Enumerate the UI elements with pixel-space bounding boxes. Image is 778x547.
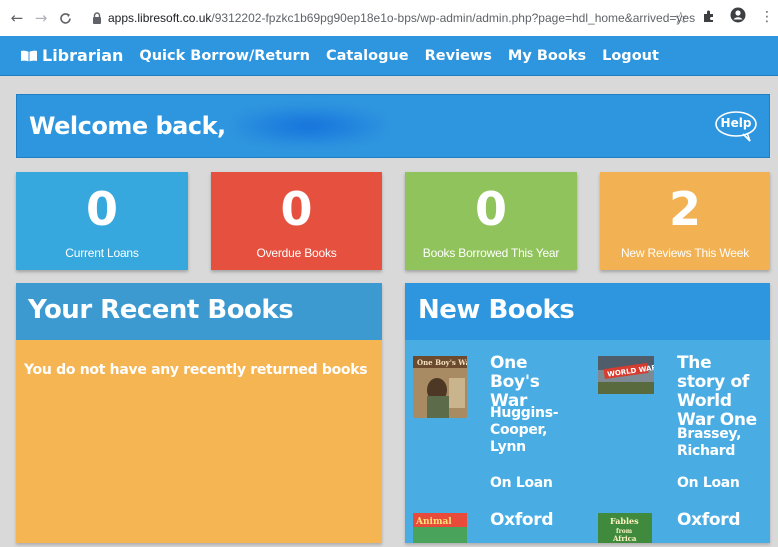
stat-tile-current-loans[interactable]: 0 Current Loans <box>16 172 188 270</box>
welcome-banner: Welcome back, Help <box>16 94 770 158</box>
book-status: On Loan <box>677 475 740 491</box>
stat-value: 0 <box>474 182 507 236</box>
svg-text:Fables: Fables <box>610 516 639 526</box>
svg-text:Animal: Animal <box>415 517 452 527</box>
book-cover-image[interactable]: WORLD WAR ONE <box>598 356 676 394</box>
book-card[interactable]: Animal Oxford <box>405 501 585 543</box>
book-title[interactable]: The story of World War One <box>677 354 761 430</box>
star-icon[interactable]: ☆ <box>674 8 688 27</box>
back-arrow-icon[interactable]: ← <box>6 7 28 29</box>
book-card[interactable]: One Boy's War One Boy's War Huggins-Coop… <box>405 340 585 491</box>
open-book-icon <box>21 50 37 61</box>
new-books-heading: New Books <box>405 283 770 340</box>
help-button[interactable]: Help <box>713 109 759 143</box>
stat-value: 2 <box>668 182 701 236</box>
reload-icon[interactable] <box>54 7 76 29</box>
stat-tile-overdue-books[interactable]: 0 Overdue Books <box>211 172 382 270</box>
url-path: /9312202-fpzkc1b69pg90ep18e1o-bps/wp-adm… <box>211 11 696 25</box>
stat-tile-new-reviews[interactable]: 2 New Reviews This Week <box>600 172 770 270</box>
profile-icon[interactable] <box>730 7 746 27</box>
nav-reviews[interactable]: Reviews <box>425 48 492 64</box>
app-navbar: Librarian Quick Borrow/Return Catalogue … <box>0 36 778 76</box>
book-title[interactable]: Oxford <box>677 511 761 530</box>
forward-arrow-icon[interactable]: → <box>30 7 52 29</box>
address-bar[interactable]: apps.libresoft.co.uk/9312202-fpzkc1b69pg… <box>108 11 708 25</box>
nav-my-books[interactable]: My Books <box>508 48 586 64</box>
lock-icon[interactable] <box>90 11 104 25</box>
recent-books-empty-message: You do not have any recently returned bo… <box>24 362 368 378</box>
svg-text:One Boy's War: One Boy's War <box>417 358 467 367</box>
book-card[interactable]: WORLD WAR ONE The story of World War One… <box>590 340 770 491</box>
book-card[interactable]: Fables from Africa Oxford <box>590 501 770 543</box>
book-title[interactable]: Oxford <box>490 511 582 530</box>
nav-quick-borrow-return[interactable]: Quick Borrow/Return <box>139 48 310 64</box>
book-cover-image[interactable]: One Boy's War <box>413 356 474 418</box>
stat-tile-books-borrowed[interactable]: 0 Books Borrowed This Year <box>405 172 577 270</box>
help-label: Help <box>720 116 752 130</box>
stat-label: Current Loans <box>65 246 139 260</box>
new-books-panel: New Books One Boy's War One Boy's War Hu… <box>405 283 770 543</box>
book-status: On Loan <box>490 475 553 491</box>
recent-books-heading: Your Recent Books <box>16 283 382 340</box>
stat-label: New Reviews This Week <box>620 246 750 260</box>
stat-label: Overdue Books <box>256 246 337 260</box>
stat-label: Books Borrowed This Year <box>422 246 560 260</box>
book-author: Huggins-Cooper, Lynn <box>490 405 559 455</box>
browser-toolbar: ← → apps.libresoft.co.uk/9312202-fpzkc1b… <box>0 0 778 36</box>
extensions-icon[interactable] <box>702 8 716 27</box>
menu-dots-icon[interactable]: ⋮ <box>760 9 774 25</box>
brand-label: Librarian <box>42 46 124 65</box>
stat-value: 0 <box>85 182 118 236</box>
book-author: Brassey, Richard <box>677 426 742 459</box>
welcome-heading: Welcome back, <box>29 112 226 140</box>
book-cover-image[interactable]: Animal <box>413 513 467 543</box>
redacted-user-name <box>233 106 384 146</box>
nav-catalogue[interactable]: Catalogue <box>326 48 409 64</box>
nav-logout[interactable]: Logout <box>602 48 659 64</box>
brand-link[interactable]: Librarian <box>20 46 123 65</box>
recent-books-panel: Your Recent Books You do not have any re… <box>16 283 382 543</box>
book-cover-image[interactable]: Fables from Africa <box>598 513 652 543</box>
stat-value: 0 <box>280 182 313 236</box>
book-title[interactable]: One Boy's War <box>490 354 582 411</box>
url-host: apps.libresoft.co.uk <box>108 11 212 25</box>
svg-text:Africa: Africa <box>612 534 637 543</box>
